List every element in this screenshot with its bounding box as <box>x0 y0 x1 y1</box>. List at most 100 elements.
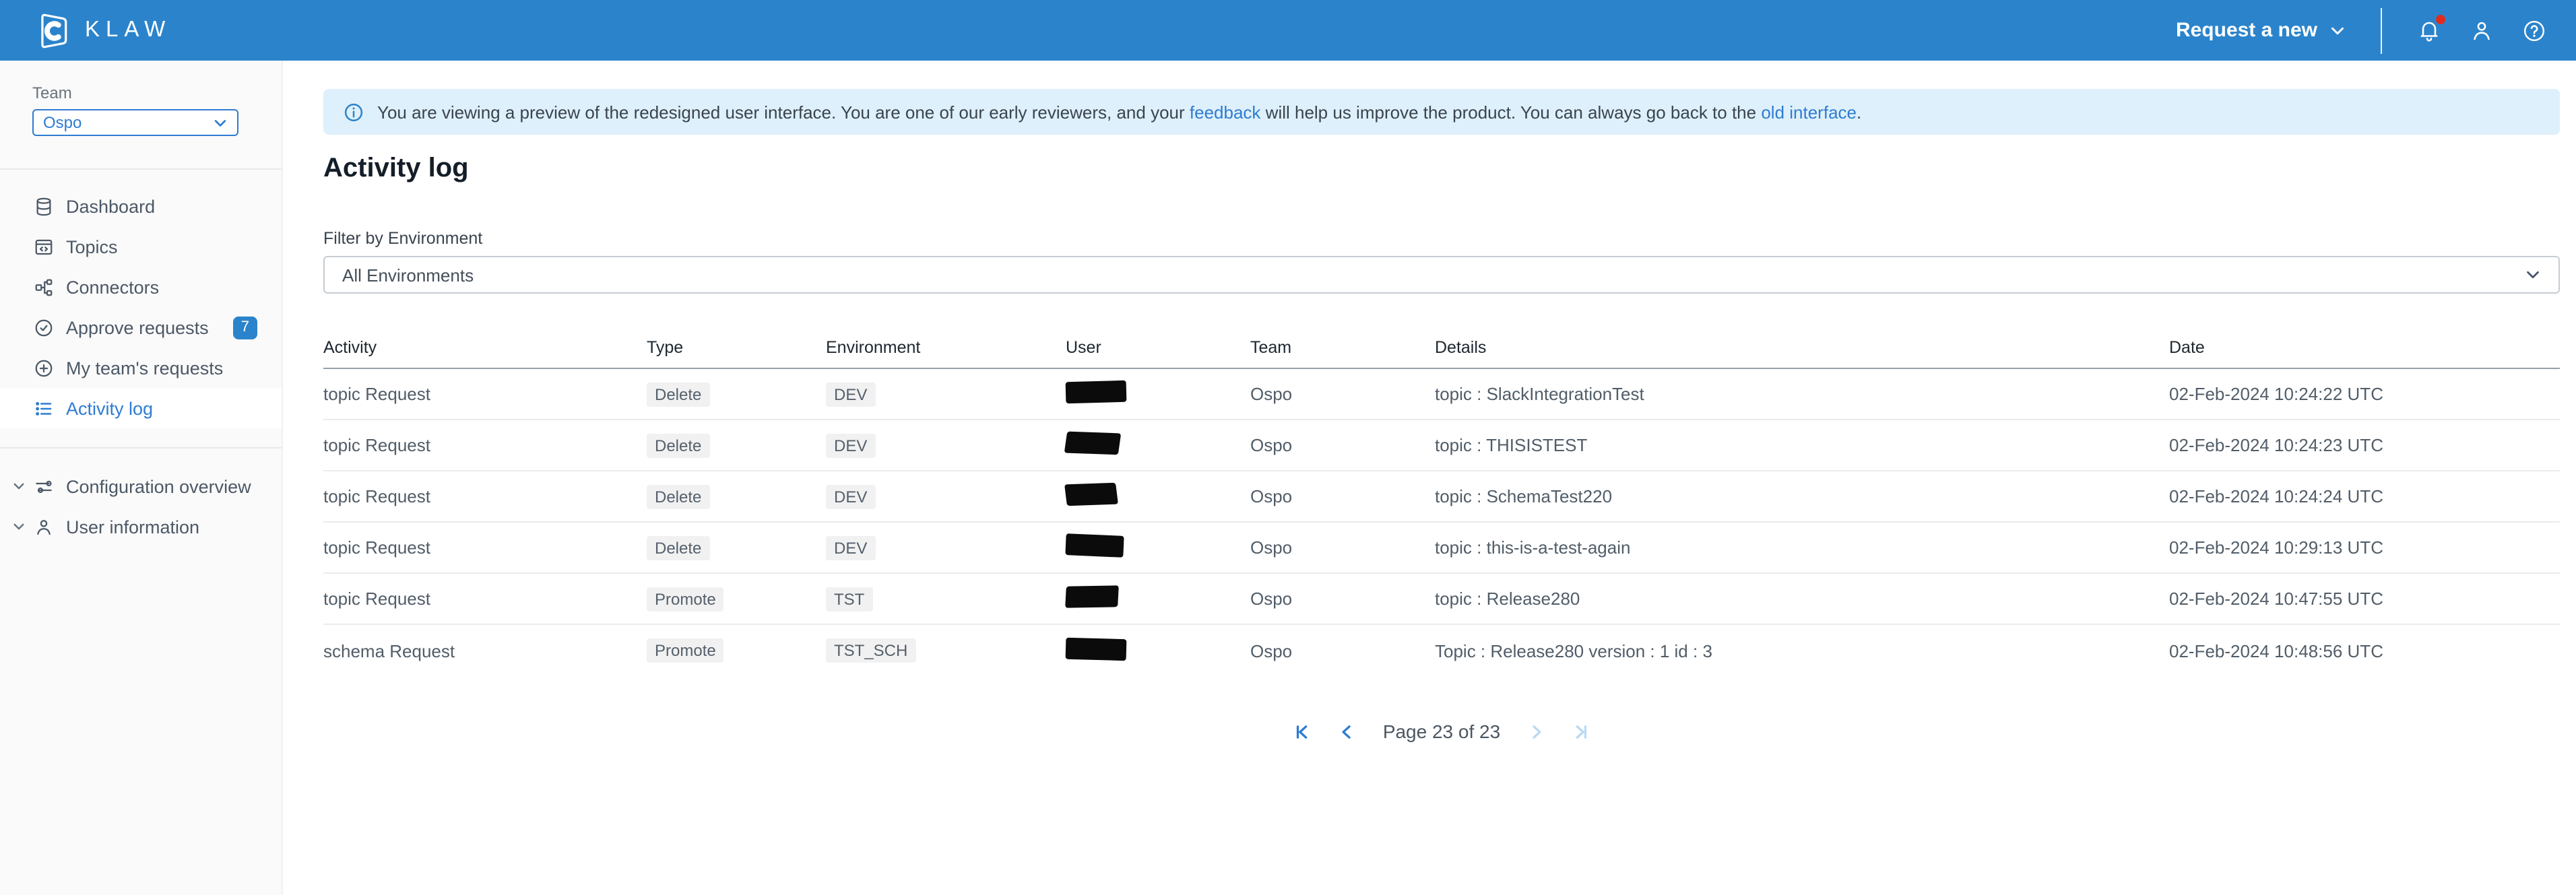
help-button[interactable] <box>2522 18 2546 42</box>
banner-text-before: You are viewing a preview of the redesig… <box>377 102 1190 122</box>
team-select-value: Ospo <box>43 113 82 132</box>
cell-date: 02-Feb-2024 10:24:23 UTC <box>2169 435 2560 455</box>
user-icon <box>2470 18 2494 42</box>
sidebar-item-activity-log[interactable]: Activity log <box>0 388 282 428</box>
table-row: topic Request Delete DEV Ospo topic : TH… <box>323 420 2560 471</box>
pagination: Page 23 of 23 <box>323 721 2560 742</box>
redacted-user <box>1066 637 1127 660</box>
cell-date: 02-Feb-2024 10:29:13 UTC <box>2169 537 2560 558</box>
environment-chip: TST_SCH <box>826 638 915 663</box>
brand-logo[interactable]: KLAW <box>32 11 171 49</box>
cell-date: 02-Feb-2024 10:47:55 UTC <box>2169 589 2560 609</box>
sidebar-item-label: Connectors <box>66 277 159 297</box>
last-page-button[interactable] <box>1572 723 1589 740</box>
redacted-user <box>1066 380 1127 403</box>
cell-team: Ospo <box>1250 589 1435 609</box>
environment-chip: DEV <box>826 433 875 457</box>
request-a-new-label: Request a new <box>2176 19 2317 42</box>
team-select[interactable]: Ospo <box>32 109 238 136</box>
cell-team: Ospo <box>1250 640 1435 661</box>
sidebar-item-label: Configuration overview <box>66 476 251 496</box>
sidebar-item-label: Approve requests <box>66 317 209 337</box>
sidebar-item-configuration-overview[interactable]: Configuration overview <box>0 466 282 506</box>
cell-team: Ospo <box>1250 384 1435 404</box>
cell-details: topic : SlackIntegrationTest <box>1435 384 2169 404</box>
sidebar: Team Ospo <box>0 61 283 895</box>
cell-details: topic : THISISTEST <box>1435 435 2169 455</box>
cell-team: Ospo <box>1250 435 1435 455</box>
redacted-user <box>1064 483 1118 506</box>
table-row: topic Request Promote TST Ospo topic : R… <box>323 574 2560 625</box>
next-page-button[interactable] <box>1527 723 1545 740</box>
sidebar-item-approve-requests[interactable]: Approve requests 7 <box>0 307 282 347</box>
banner-text-middle: will help us improve the product. You ca… <box>1260 102 1761 122</box>
environment-chip: DEV <box>826 535 875 560</box>
top-header: KLAW Request a new <box>0 0 2576 61</box>
cell-date: 02-Feb-2024 10:48:56 UTC <box>2169 640 2560 661</box>
database-icon <box>34 196 54 216</box>
sidebar-item-user-information[interactable]: User information <box>0 506 282 547</box>
cell-details: topic : this-is-a-test-again <box>1435 537 2169 558</box>
team-label: Team <box>32 84 249 102</box>
column-header-type: Type <box>647 338 826 357</box>
sidebar-divider <box>0 447 282 449</box>
profile-button[interactable] <box>2470 18 2494 42</box>
environment-chip: DEV <box>826 484 875 508</box>
sidebar-item-label: Topics <box>66 236 118 257</box>
approve-requests-badge: 7 <box>233 316 257 339</box>
type-chip: Promote <box>647 638 724 663</box>
main-content: You are viewing a preview of the redesig… <box>283 61 2576 895</box>
cell-details: topic : SchemaTest220 <box>1435 486 2169 506</box>
sidebar-item-label: Dashboard <box>66 196 155 216</box>
environment-chip: TST <box>826 587 872 611</box>
banner-text: You are viewing a preview of the redesig… <box>377 102 1861 122</box>
preview-banner: You are viewing a preview of the redesig… <box>323 89 2560 135</box>
page-title: Activity log <box>323 154 2576 185</box>
old-interface-link[interactable]: old interface <box>1761 102 1857 122</box>
first-page-button[interactable] <box>1294 723 1312 740</box>
type-chip: Delete <box>647 535 709 560</box>
cell-activity: topic Request <box>323 486 647 506</box>
type-chip: Delete <box>647 433 709 457</box>
notification-dot <box>2436 14 2445 24</box>
activity-table: Activity Type Environment User Team Deta… <box>323 327 2560 676</box>
cell-details: Topic : Release280 version : 1 id : 3 <box>1435 640 2169 661</box>
sidebar-item-label: My team's requests <box>66 358 223 378</box>
check-circle-icon <box>34 317 54 337</box>
environment-select[interactable]: All Environments <box>323 256 2560 294</box>
topics-icon <box>34 236 54 257</box>
cell-activity: topic Request <box>323 537 647 558</box>
previous-page-button[interactable] <box>1339 723 1356 740</box>
redacted-user <box>1065 533 1124 558</box>
pagination-label: Page 23 of 23 <box>1383 721 1500 742</box>
chevron-down-icon <box>2329 22 2346 38</box>
cell-activity: topic Request <box>323 435 647 455</box>
sidebar-item-dashboard[interactable]: Dashboard <box>0 186 282 226</box>
request-a-new-button[interactable]: Request a new <box>2176 19 2346 42</box>
cell-activity: topic Request <box>323 384 647 404</box>
type-chip: Promote <box>647 587 724 611</box>
table-header-row: Activity Type Environment User Team Deta… <box>323 327 2560 369</box>
type-chip: Delete <box>647 484 709 508</box>
sidebar-item-my-teams-requests[interactable]: My team's requests <box>0 347 282 388</box>
table-row: topic Request Delete DEV Ospo topic : Sl… <box>323 369 2560 420</box>
cell-team: Ospo <box>1250 537 1435 558</box>
environment-chip: DEV <box>826 382 875 406</box>
notifications-button[interactable] <box>2417 18 2441 42</box>
sidebar-divider <box>0 168 282 170</box>
cell-date: 02-Feb-2024 10:24:24 UTC <box>2169 486 2560 506</box>
table-row: schema Request Promote TST_SCH Ospo Topi… <box>323 625 2560 676</box>
column-header-date: Date <box>2169 338 2560 357</box>
klaw-logo-icon <box>32 11 70 49</box>
column-header-environment: Environment <box>826 338 1066 357</box>
help-icon <box>2522 18 2546 42</box>
list-icon <box>34 398 54 418</box>
sidebar-item-connectors[interactable]: Connectors <box>0 267 282 307</box>
user-icon <box>34 517 54 537</box>
column-header-activity: Activity <box>323 338 647 357</box>
filter-by-environment-label: Filter by Environment <box>323 229 2576 248</box>
chevron-down-icon <box>213 115 228 130</box>
sidebar-item-topics[interactable]: Topics <box>0 226 282 267</box>
banner-text-after: . <box>1857 102 1861 122</box>
feedback-link[interactable]: feedback <box>1190 102 1261 122</box>
